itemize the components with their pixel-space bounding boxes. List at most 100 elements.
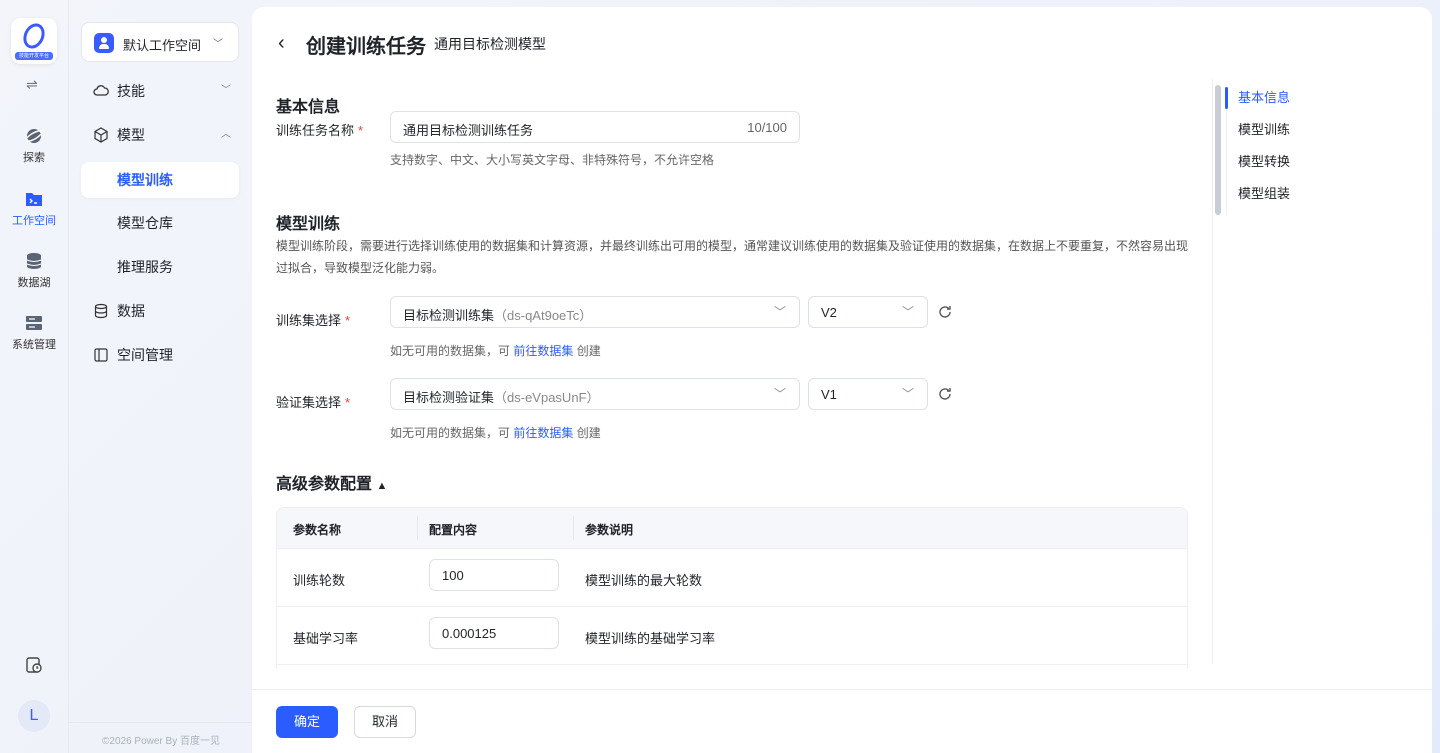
sidebar-item-label: 推理服务: [117, 259, 173, 275]
column-divider: [573, 516, 574, 540]
task-name-count: 10/100: [747, 120, 787, 135]
table-row: 训练轮数 100 模型训练的最大轮数: [277, 548, 1187, 606]
form-content: 基本信息 训练任务名称 * 通用目标检测训练任务 10/100 支持数字、中文、大…: [252, 79, 1212, 669]
train-set-select[interactable]: 目标检测训练集（ds-qAt9oeTc） ﹀: [390, 296, 800, 328]
section-advanced-heading[interactable]: 高级参数配置 ▲: [276, 470, 387, 494]
goto-dataset-link[interactable]: 前往数据集: [513, 344, 573, 358]
task-name-label: 训练任务名称 *: [276, 123, 364, 138]
task-name-hint: 支持数字、中文、大小写英文字母、非特殊符号，不允许空格: [390, 153, 715, 167]
val-version-value: V1: [821, 387, 837, 402]
confirm-button[interactable]: 确定: [276, 706, 338, 738]
param-value-input[interactable]: 0.000125: [429, 617, 559, 649]
user-avatar[interactable]: L: [18, 700, 50, 732]
val-set-value: 目标检测验证集（ds-eVpasUnF）: [403, 390, 600, 405]
anchor-conversion[interactable]: 模型转换: [1227, 151, 1426, 183]
anchor-assembly[interactable]: 模型组装: [1227, 183, 1426, 215]
form-footer: 确定 取消: [252, 689, 1432, 753]
sidebar-item-label: 模型训练: [117, 172, 173, 188]
workspace-name: 默认工作空间: [123, 38, 202, 53]
rail-label: 探索: [23, 152, 45, 164]
rail-label: 数据湖: [17, 277, 51, 289]
param-desc: 模型训练的最大轮数: [585, 573, 703, 588]
train-version-value: V2: [821, 305, 837, 320]
sidebar-item-label: 模型仓库: [117, 215, 173, 231]
param-desc: 模型训练的基础学习率: [585, 631, 716, 646]
sidebar-item-label: 模型: [117, 127, 145, 143]
sidebar-item-space-manage[interactable]: 空间管理: [81, 337, 239, 373]
param-table-header: 参数名称 配置内容 参数说明: [277, 508, 1187, 548]
task-name-input[interactable]: 通用目标检测训练任务 10/100: [390, 111, 800, 143]
copyright: ©2026 Power By 百度一见: [69, 722, 253, 747]
database-icon: [26, 253, 42, 269]
triangle-up-icon: ▲: [376, 480, 388, 492]
sidebar-item-model-training[interactable]: 模型训练: [81, 162, 239, 198]
rail-label: 系统管理: [12, 339, 56, 351]
rail-item-workspace[interactable]: 工作空间: [0, 190, 68, 228]
column-header: 参数名称: [293, 523, 342, 537]
cancel-button[interactable]: 取消: [354, 706, 416, 738]
cloud-icon: [93, 85, 109, 96]
chevron-down-icon: ﹀: [901, 305, 914, 319]
anchor-basic[interactable]: 基本信息: [1225, 87, 1426, 119]
sidebar-item-skills[interactable]: 技能 ﹀: [81, 73, 239, 109]
val-set-select[interactable]: 目标检测验证集（ds-eVpasUnF） ﹀: [390, 378, 800, 410]
param-table: 参数名称 配置内容 参数说明 训练轮数 100 模型训练的最大轮数 基础学习率 …: [276, 507, 1188, 669]
train-set-value: 目标检测训练集（ds-qAt9oeTc）: [403, 308, 593, 323]
planet-icon: [25, 129, 43, 143]
app-logo[interactable]: 技能开发平台: [11, 18, 57, 64]
rail-item-explore[interactable]: 探索: [0, 127, 68, 165]
rail-item-datalake[interactable]: 数据湖: [0, 252, 68, 290]
refresh-icon[interactable]: [937, 304, 953, 320]
chevron-down-icon: ﹀: [213, 39, 223, 50]
anchor-training[interactable]: 模型训练: [1227, 119, 1426, 151]
sidebar-item-data[interactable]: 数据: [81, 293, 239, 329]
workspace-user-icon: [94, 33, 114, 53]
param-value-input[interactable]: 100: [429, 559, 559, 591]
sidebar-item-label: 空间管理: [117, 347, 173, 363]
logo-caption: 技能开发平台: [15, 52, 53, 60]
page-subtitle: 通用目标检测模型: [434, 36, 546, 52]
training-description: 模型训练阶段，需要进行选择训练使用的数据集和计算资源，并最终训练出可用的模型，通…: [276, 239, 1189, 275]
anchor-nav: 基本信息 模型训练 模型转换 模型组装: [1225, 87, 1426, 215]
val-set-label: 验证集选择 *: [276, 395, 351, 410]
workspace-selector[interactable]: 默认工作空间 ﹀: [81, 22, 239, 62]
server-icon: [26, 316, 42, 330]
chevron-down-icon: ﹀: [773, 305, 786, 319]
sidebar-item-model-repo[interactable]: 模型仓库: [81, 205, 239, 241]
switch-icon[interactable]: ⇌: [26, 76, 38, 93]
page-title: 创建训练任务: [306, 36, 426, 58]
train-set-label: 训练集选择 *: [276, 313, 351, 328]
logo-ring-icon: [19, 19, 49, 53]
left-rail: 技能开发平台 ⇌ 探索 工作空间 数据湖 系统管理 L: [0, 0, 68, 753]
chevron-down-icon: ﹀: [221, 85, 231, 96]
back-arrow-icon[interactable]: ‹: [278, 32, 285, 55]
param-name: 训练轮数: [293, 573, 346, 588]
column-header: 配置内容: [429, 523, 478, 537]
table-row: [277, 664, 1187, 669]
refresh-icon[interactable]: [937, 386, 953, 402]
chevron-down-icon: ﹀: [901, 387, 914, 401]
scrollbar-thumb[interactable]: [1215, 85, 1221, 215]
chevron-down-icon: ﹀: [773, 387, 786, 401]
section-training-heading: 模型训练: [276, 216, 341, 233]
database-icon: [94, 303, 108, 319]
param-name: 基础学习率: [293, 631, 359, 646]
section-basic-heading: 基本信息: [276, 99, 341, 116]
rail-label: 工作空间: [12, 215, 56, 227]
main-panel: ‹ 创建训练任务 通用目标检测模型 基本信息 训练任务名称 * 通用目标检测训练任…: [252, 7, 1432, 753]
goto-dataset-link[interactable]: 前往数据集: [513, 426, 573, 440]
book-icon: [94, 348, 108, 362]
task-name-value: 通用目标检测训练任务: [403, 123, 534, 138]
sidebar-item-model[interactable]: 模型 ︿: [81, 117, 239, 153]
scroll-track: [1212, 79, 1213, 664]
train-version-select[interactable]: V2 ﹀: [808, 296, 928, 328]
val-set-hint: 如无可用的数据集，可 前往数据集 创建: [390, 426, 601, 440]
table-row: 基础学习率 0.000125 模型训练的基础学习率: [277, 606, 1187, 664]
train-set-hint: 如无可用的数据集，可 前往数据集 创建: [390, 344, 601, 358]
task-history-icon[interactable]: [25, 656, 43, 674]
sidebar-item-label: 技能: [117, 83, 145, 99]
rail-item-system[interactable]: 系统管理: [0, 314, 68, 352]
cube-icon: [94, 127, 108, 143]
sidebar-item-inference[interactable]: 推理服务: [81, 249, 239, 285]
val-version-select[interactable]: V1 ﹀: [808, 378, 928, 410]
